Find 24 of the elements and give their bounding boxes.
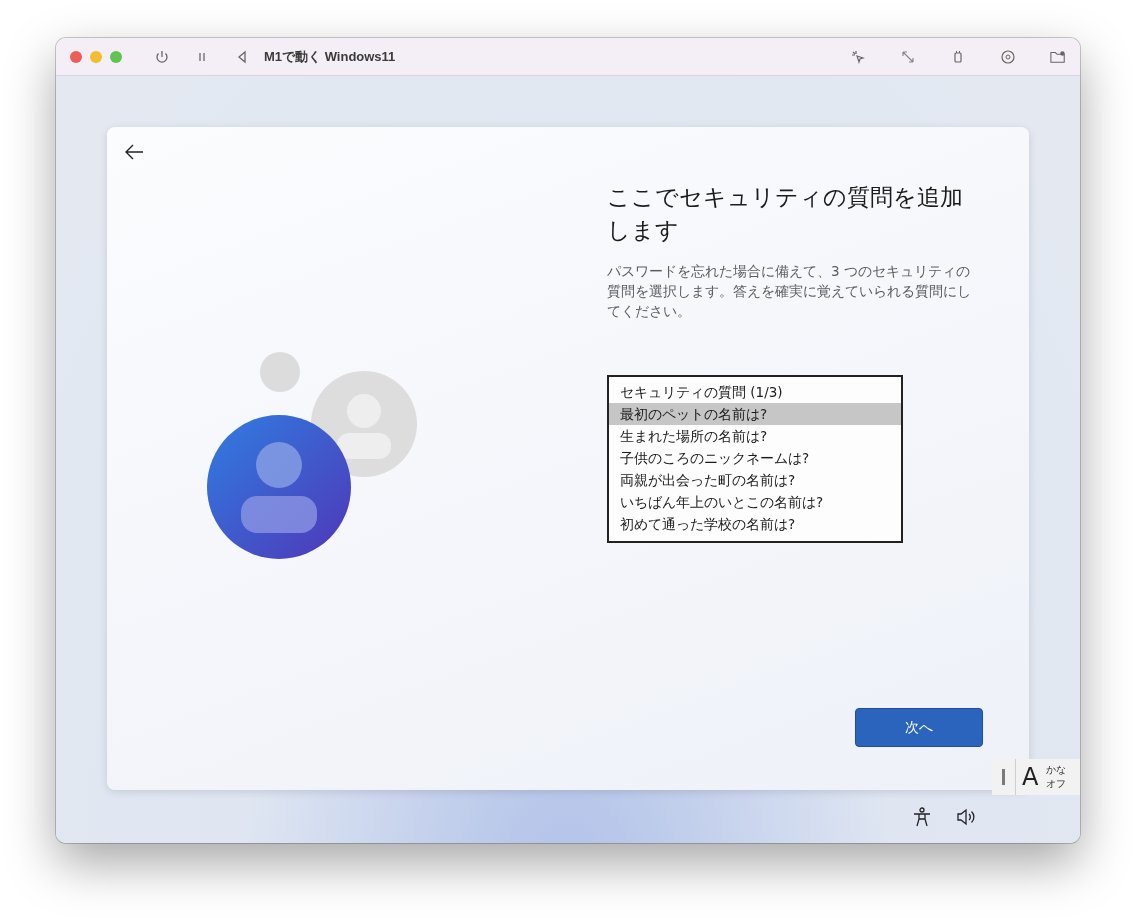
speaker-icon[interactable] [955, 806, 977, 828]
question-option[interactable]: 両親が出会った町の名前は? [609, 469, 901, 491]
resize-icon[interactable] [900, 48, 916, 65]
description-text: パスワードを忘れた場合に備えて、3 つのセキュリティの質問を選択します。答えを確実に覚えていられる質問にしてください。 [607, 262, 972, 321]
question-option[interactable]: セキュリティの質問 (1/3) [609, 381, 901, 403]
question-option[interactable]: 最初のペットの名前は? [609, 403, 901, 425]
disc-icon[interactable] [1000, 48, 1016, 65]
power-icon[interactable] [154, 48, 170, 65]
accessibility-icon[interactable] [911, 806, 933, 828]
kana-label: かな [1046, 763, 1067, 777]
question-option[interactable]: 生まれた場所の名前は? [609, 425, 901, 447]
question-option[interactable]: 初めて通った学校の名前は? [609, 513, 901, 535]
input-mode-button[interactable]: A [1022, 763, 1039, 791]
next-button[interactable]: 次へ [855, 708, 983, 747]
question-dropdown-list[interactable]: セキュリティの質問 (1/3) 最初のペットの名前は? 生まれた場所の名前は? 子供のころのニックネームは? 両親が出会った町の名前は? いちばん年上のいとこの名前は? 初めて通った学校の名前は? [607, 375, 903, 543]
window-title: M1で動く Windows11 [264, 47, 396, 66]
close-button[interactable] [70, 50, 82, 63]
question-option[interactable]: いちばん年上のいとこの名前は? [609, 491, 901, 513]
kana-state: オフ [1046, 777, 1067, 791]
question-option[interactable]: 子供のころのニックネームは? [609, 447, 901, 469]
page-heading: ここでセキュリティの質問を追加します [607, 183, 964, 245]
cursor-icon[interactable] [850, 48, 866, 65]
folder-icon[interactable] [1050, 48, 1066, 65]
grip-icon [1002, 769, 1005, 785]
